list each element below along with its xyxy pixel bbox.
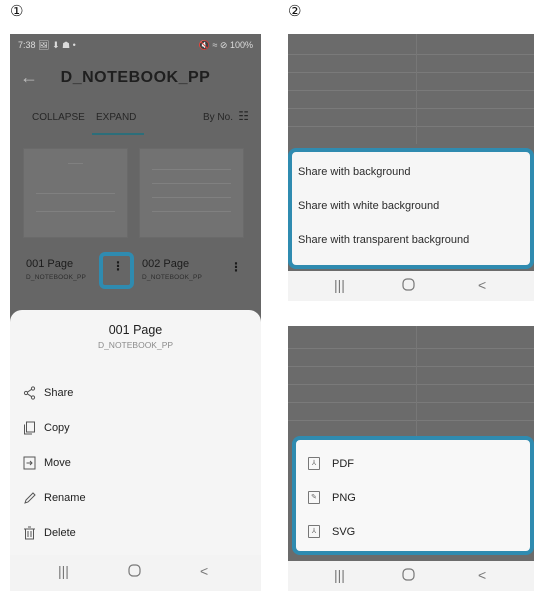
recent-apps-icon[interactable]: |||	[334, 567, 345, 583]
home-icon[interactable]	[128, 564, 141, 580]
sheet-title: 001 Page	[108, 323, 163, 337]
tab-expand-indicator	[92, 133, 144, 135]
recent-apps-icon[interactable]: |||	[334, 277, 345, 293]
home-icon[interactable]	[402, 278, 415, 294]
rename-icon	[22, 491, 36, 507]
app-bar: ← D_NOTEBOOK_PP	[10, 60, 261, 96]
tab-expand[interactable]: EXPAND	[96, 112, 136, 123]
tab-collapse[interactable]: COLLAPSE	[32, 112, 85, 123]
menu-item-label: Move	[44, 457, 71, 469]
menu-item-label: Copy	[44, 422, 70, 434]
page-thumbnail-2[interactable]	[139, 148, 244, 238]
home-icon[interactable]	[402, 568, 415, 584]
delete-icon	[22, 526, 36, 542]
share-with-transparent-background-option[interactable]: Share with transparent background	[298, 234, 469, 246]
page-2-more-icon[interactable]: ⋮	[230, 260, 242, 274]
format-label: SVG	[332, 526, 356, 538]
menu-item-delete[interactable]: Delete	[10, 523, 261, 545]
png-icon: ✎	[308, 491, 320, 504]
copy-icon	[22, 421, 36, 437]
menu-item-label: Rename	[44, 492, 86, 504]
svg-icon: ⅄	[308, 525, 320, 538]
page-1-title: 001 Page	[26, 258, 74, 270]
share-options-menu: Share with background Share with white b…	[288, 148, 534, 269]
share-with-white-background-option[interactable]: Share with white background	[298, 200, 439, 212]
share-with-background-option[interactable]: Share with background	[298, 166, 411, 178]
page-2-title: 002 Page	[142, 258, 190, 270]
page-1-notebook: D_NOTEBOOK_PP	[26, 274, 87, 281]
system-nav-bar: ||| <	[288, 561, 534, 591]
format-label: PNG	[332, 492, 356, 504]
phone-screen-notebook: 7:38 🖼 ⬇ ☗ • 🔇 ≈ ⊘ 100% ← D_NOTEBOOK_PP …	[10, 34, 261, 591]
status-notification-icons: 🖼 ⬇ ☗ •	[38, 39, 76, 50]
export-format-screen: ⅄ PDF ✎ PNG ⅄ SVG ||| <	[288, 326, 534, 591]
status-bar: 7:38 🖼 ⬇ ☗ • 🔇 ≈ ⊘ 100%	[10, 34, 261, 56]
export-format-menu: ⅄ PDF ✎ PNG ⅄ SVG	[292, 436, 534, 555]
nav-back-icon[interactable]: <	[200, 563, 208, 579]
format-option-pdf[interactable]: ⅄ PDF	[296, 454, 530, 474]
menu-item-copy[interactable]: Copy	[10, 418, 261, 440]
sort-by-button[interactable]: By No.	[203, 112, 233, 123]
system-nav-bar: ||| <	[10, 555, 261, 591]
menu-item-move[interactable]: Move	[10, 453, 261, 475]
menu-item-rename[interactable]: Rename	[10, 488, 261, 510]
menu-item-label: Delete	[44, 527, 76, 539]
sheet-subtitle: D_NOTEBOOK_PP	[97, 340, 174, 350]
step-label-1: ①	[10, 2, 24, 20]
step-label-2: ②	[288, 2, 302, 20]
status-time: 7:38	[18, 39, 36, 50]
tab-bar: COLLAPSE EXPAND By No. ☷	[10, 106, 261, 135]
page-thumbnail-1[interactable]	[23, 148, 128, 238]
nav-back-icon[interactable]: <	[478, 277, 486, 293]
system-nav-bar: ||| <	[288, 271, 534, 301]
page-2-notebook: D_NOTEBOOK_PP	[142, 274, 203, 281]
pdf-icon: ⅄	[308, 457, 320, 470]
share-icon	[22, 386, 36, 402]
page-options-sheet: 001 Page D_NOTEBOOK_PP Share Copy Move R…	[10, 310, 261, 591]
move-icon	[22, 456, 36, 472]
more-button-highlight	[99, 252, 134, 289]
recent-apps-icon[interactable]: |||	[58, 563, 69, 579]
format-option-png[interactable]: ✎ PNG	[296, 488, 530, 508]
menu-item-share[interactable]: Share	[10, 383, 261, 405]
format-option-svg[interactable]: ⅄ SVG	[296, 522, 530, 542]
format-label: PDF	[332, 458, 354, 470]
menu-item-label: Share	[44, 387, 74, 399]
page-title: D_NOTEBOOK_PP	[60, 69, 211, 86]
share-options-screen: Share with background Share with white b…	[288, 34, 534, 301]
sort-settings-icon[interactable]: ☷	[238, 109, 249, 123]
status-right-info: 🔇 ≈ ⊘ 100%	[198, 39, 253, 50]
back-arrow-icon[interactable]: ←	[20, 67, 38, 87]
nav-back-icon[interactable]: <	[478, 567, 486, 583]
